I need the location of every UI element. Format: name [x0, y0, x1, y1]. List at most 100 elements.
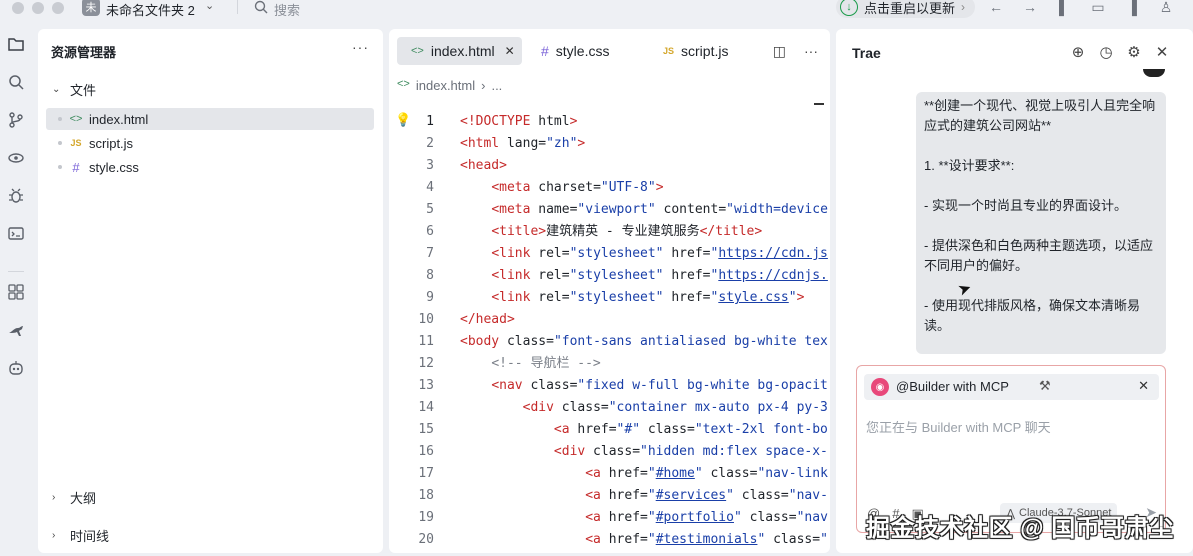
code-line[interactable]: 17 <a href="#home" class="nav-link [389, 463, 830, 485]
code-line[interactable]: 14 <div class="container mx-auto px-4 py… [389, 397, 830, 419]
kangaroo-icon[interactable] [6, 320, 26, 340]
more-actions-icon[interactable]: ··· [804, 43, 818, 60]
user-message: **创建一个现代、视觉上吸引人且完全响应式的建筑公司网站** 1. **设计要求… [916, 92, 1166, 354]
close-window-button[interactable] [12, 2, 24, 14]
line-content: <html lang="zh"> [460, 133, 585, 155]
message-paragraph: - 实现一个时尚且专业的界面设计。 [924, 198, 1127, 213]
run-debug-icon[interactable] [6, 148, 26, 168]
code-line[interactable]: 6 <title>建筑精英 - 专业建筑服务</title> [389, 221, 830, 243]
code-line[interactable]: 12 <!-- 导航栏 --> [389, 353, 830, 375]
code-line[interactable]: 19 <a href="#portfolio" class="nav [389, 507, 830, 529]
breadcrumb-rest[interactable]: ... [491, 78, 502, 93]
code-line[interactable]: 2 <html lang="zh"> [389, 133, 830, 155]
code-token: class= [553, 400, 609, 415]
close-icon[interactable]: ✕ [1138, 378, 1149, 394]
code-token: class= [585, 444, 641, 459]
timeline-section-header[interactable]: › 时间线 [52, 526, 109, 545]
layout-left-icon[interactable]: ▌ [1055, 0, 1073, 16]
robot-icon[interactable] [6, 358, 26, 378]
titlebar-divider [237, 0, 238, 14]
file-name: script.js [89, 135, 134, 151]
code-token: class= [741, 510, 797, 525]
extensions-icon[interactable] [6, 282, 26, 302]
tab-script-js[interactable]: JS script.js [663, 37, 728, 65]
breadcrumb-file[interactable]: index.html [416, 78, 475, 93]
code-line[interactable]: 3 <head> [389, 155, 830, 177]
line-content: <body class="font-sans antialiased bg-wh… [460, 331, 828, 353]
restart-update-button[interactable]: ↓ 点击重启以更新 › [836, 0, 976, 18]
search-icon[interactable] [254, 0, 268, 17]
agent-icon: ◉ [871, 378, 889, 396]
code-area[interactable]: 1 <!DOCTYPE html> 2 <html lang="zh"> 3 <head>… [389, 111, 830, 551]
code-line[interactable]: 8 <link rel="stylesheet" href="https://c… [389, 265, 830, 287]
scrollbar-thumb[interactable] [814, 103, 824, 105]
css-file-icon: # [541, 43, 549, 59]
tools-icon[interactable]: ⚒ [1039, 378, 1051, 394]
explorer-title: 资源管理器 [51, 45, 117, 60]
code-line[interactable]: 15 <a href="#" class="text-2xl font-bo [389, 419, 830, 441]
arrow-left-icon[interactable]: ← [987, 0, 1005, 16]
file-item-script-js[interactable]: JS script.js [46, 132, 374, 154]
tab-style-css[interactable]: # style.css [541, 37, 609, 65]
history-icon[interactable]: ◷ [1099, 43, 1113, 61]
tab-index-html[interactable]: <> index.html ✕ [397, 37, 522, 65]
code-token: <div [522, 400, 554, 415]
code-line[interactable]: 10 </head> [389, 309, 830, 331]
code-token: " [820, 532, 828, 547]
code-token: "stylesheet" [569, 290, 664, 305]
chevron-down-icon[interactable]: ⌄ [205, 0, 214, 12]
account-icon[interactable]: ♙ [1157, 0, 1175, 16]
minimize-window-button[interactable] [32, 2, 44, 14]
code-line[interactable]: 7 <link rel="stylesheet" href="https://c… [389, 243, 830, 265]
code-line[interactable]: 20 <a href="#testimonials" class=" [389, 529, 830, 551]
code-token: " [647, 466, 656, 481]
agent-chip[interactable]: ◉ @Builder with MCP ⚒ ✕ [864, 374, 1159, 400]
line-content: <head> [460, 155, 507, 177]
code-token: class= [765, 532, 821, 547]
code-line[interactable]: 16 <div class="hidden md:flex space-x- [389, 441, 830, 463]
code-token: rel= [530, 290, 570, 305]
message-paragraph: - 使用现代排版风格，确保文本清晰易读。 [924, 298, 1140, 333]
gear-icon[interactable]: ⚙ [1127, 43, 1141, 61]
file-indent-dot [58, 117, 62, 121]
line-content: <a href="#home" class="nav-link [460, 463, 828, 485]
project-name[interactable]: 未命名文件夹 2 [106, 0, 195, 19]
maximize-window-button[interactable] [52, 2, 64, 14]
more-actions-icon[interactable]: ··· [352, 39, 369, 55]
code-token: "width=device [726, 202, 828, 217]
code-line[interactable]: 1 <!DOCTYPE html> [389, 111, 830, 133]
new-chat-icon[interactable]: ⊕ [1071, 43, 1085, 61]
code-line[interactable]: 9 <link rel="stylesheet" href= "style.css… [389, 287, 830, 309]
search-icon[interactable] [6, 72, 26, 92]
explorer-icon[interactable] [6, 34, 26, 54]
code-token: "fixed w-full bg-white bg-opacit [577, 378, 828, 393]
code-line[interactable]: 11 <body class="font-sans antialiased bg-… [389, 331, 830, 353]
close-icon[interactable]: ✕ [505, 44, 515, 58]
code-token: <a [553, 422, 570, 437]
outline-section-header[interactable]: › 大纲 [52, 488, 96, 507]
arrow-right-icon[interactable]: → [1021, 0, 1039, 16]
layout-bottom-icon[interactable]: ▭ [1089, 0, 1107, 16]
close-icon[interactable]: ✕ [1155, 43, 1169, 61]
line-number: 12 [418, 356, 434, 371]
files-section-header[interactable]: ⌄ 文件 [52, 80, 96, 99]
bug-icon[interactable] [6, 186, 26, 206]
line-content: <a href="#" class="text-2xl font-bo [460, 419, 828, 441]
source-control-icon[interactable] [6, 110, 26, 130]
terminal-icon[interactable] [6, 224, 26, 244]
line-number: 17 [418, 466, 434, 481]
file-item-style-css[interactable]: # style.css [46, 156, 374, 178]
code-token: " [647, 488, 656, 503]
code-line[interactable]: 13 <nav class="fixed w-full bg-white bg-… [389, 375, 830, 397]
code-line[interactable]: 5 <meta name="viewport" content="width=d… [389, 199, 830, 221]
file-item-index-html[interactable]: <> index.html [46, 108, 374, 130]
search-input[interactable]: 搜索 [274, 0, 300, 19]
project-badge[interactable]: 未 [82, 0, 100, 16]
chat-input[interactable]: 您正在与 Builder with MCP 聊天 [866, 417, 1051, 436]
code-line[interactable]: 18 <a href="#services" class="nav- [389, 485, 830, 507]
code-token: " [647, 510, 656, 525]
file-name: index.html [89, 111, 149, 127]
split-editor-icon[interactable]: ◫ [773, 43, 786, 60]
layout-right-icon[interactable]: ▐ [1123, 0, 1141, 16]
code-line[interactable]: 4 <meta charset="UTF-8"> [389, 177, 830, 199]
